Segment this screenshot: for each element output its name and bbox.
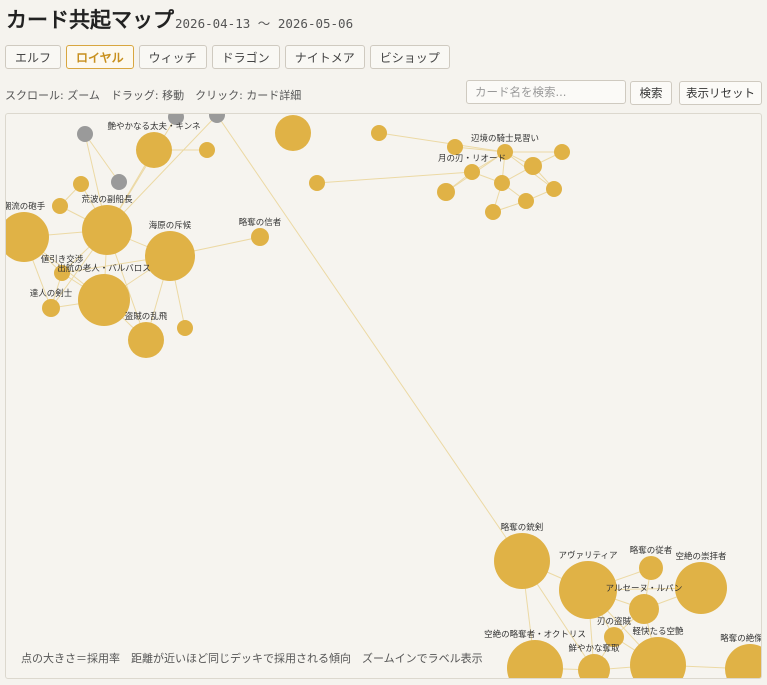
card-node-label: 略奪の信者 <box>239 217 282 228</box>
card-node-label: 鮮やかな奪取 <box>568 643 620 654</box>
interaction-hint: スクロール: ズーム ドラッグ: 移動 クリック: カード詳細 <box>5 89 302 102</box>
card-node-label: 出航の老人・バルバロス <box>57 263 151 274</box>
card-node[interactable] <box>77 126 93 142</box>
card-node[interactable] <box>485 204 501 220</box>
card-search-input[interactable] <box>466 80 626 104</box>
date-range: 2026-04-13 ～ 2026-05-06 <box>175 13 353 32</box>
map-canvas[interactable]: 艶やかなる太夫・キンネ荒波の副船長海原の斥候 略奪の信者潮流の砲手値引き交渉出航の… <box>6 114 762 679</box>
card-node-label: 略奪の銃剣 <box>501 522 544 533</box>
card-node[interactable] <box>675 562 727 614</box>
tab-nightmare[interactable]: ナイトメア <box>284 45 365 69</box>
edge-line <box>316 171 473 184</box>
card-node-label: 艶やかなる太夫・キンネ <box>107 121 200 132</box>
card-node[interactable] <box>725 644 762 679</box>
card-node[interactable] <box>136 132 172 168</box>
card-node[interactable] <box>199 142 215 158</box>
card-node-label: 略奪の絶傑・オ <box>720 633 762 644</box>
card-node[interactable] <box>494 533 550 589</box>
card-node[interactable] <box>464 164 480 180</box>
card-node[interactable] <box>518 193 534 209</box>
card-node[interactable] <box>629 594 659 624</box>
card-node[interactable] <box>42 299 60 317</box>
card-node-label: 辺境の騎士見習い <box>471 133 539 144</box>
card-node-label: 空絶の崇拝者 <box>675 551 727 562</box>
search-button[interactable]: 検索 <box>630 81 672 105</box>
card-node-label: 荒波の副船長 <box>81 194 133 205</box>
card-node[interactable] <box>524 157 542 175</box>
card-node[interactable] <box>145 231 195 281</box>
legend-note: 点の大きさ＝採用率 距離が近いほど同じデッキで採用される傾向 ズームインでラベル… <box>21 652 483 665</box>
card-node[interactable] <box>251 228 269 246</box>
card-node-label: 空絶の略奪者・オクトリス <box>484 629 586 640</box>
cooccurrence-map[interactable]: 艶やかなる太夫・キンネ 荒波の副船長 海原の斥候 略奪の信者 潮流の砲手 値引き交渉 出航の… <box>5 113 762 679</box>
card-node-label: 月の刃・リオード <box>438 154 506 164</box>
card-node[interactable] <box>73 176 89 192</box>
tab-bishop[interactable]: ビショップ <box>369 45 450 69</box>
tab-witch[interactable]: ウィッチ <box>138 45 207 69</box>
card-node-label: 軽快たる空艶 <box>632 626 684 637</box>
card-node[interactable] <box>111 174 127 190</box>
tab-elf[interactable]: エルフ <box>5 45 62 69</box>
card-node[interactable] <box>209 114 225 123</box>
card-node[interactable] <box>546 181 562 197</box>
card-node-label: 盗賊の乱飛 <box>125 311 168 322</box>
card-node-label: 略奪の従者 <box>630 545 673 556</box>
date-end: 2026-05-06 <box>277 16 354 31</box>
card-node[interactable] <box>578 654 610 679</box>
card-node[interactable] <box>52 198 68 214</box>
card-node[interactable] <box>554 144 570 160</box>
card-node-label: アルセーヌ・ルパン <box>606 584 683 594</box>
card-node[interactable] <box>494 175 510 191</box>
card-node[interactable] <box>275 115 311 151</box>
card-node[interactable] <box>371 125 387 141</box>
card-node-label: 刃の盗賊 <box>597 616 632 627</box>
card-node-label: アヴァリティア <box>559 550 618 561</box>
card-node[interactable] <box>82 205 132 255</box>
date-separator: ～ <box>257 16 271 31</box>
card-node-label: 達人の剣士 <box>30 288 73 299</box>
page-title: カード共起マップ <box>6 7 174 32</box>
card-node[interactable] <box>639 556 663 580</box>
edge-line <box>216 114 523 562</box>
date-start: 2026-04-13 <box>175 16 251 31</box>
card-node[interactable] <box>128 322 164 358</box>
tab-dragon[interactable]: ドラゴン <box>211 45 280 69</box>
card-node-label: 潮流の砲手 <box>6 201 46 212</box>
card-node[interactable] <box>507 640 563 679</box>
reset-view-button[interactable]: 表示リセット <box>679 81 762 105</box>
class-tabs: エルフ ロイヤル ウィッチ ドラゴン ナイトメア ビショップ <box>5 45 450 69</box>
card-node[interactable] <box>309 175 325 191</box>
card-node[interactable] <box>78 274 130 326</box>
tab-royal[interactable]: ロイヤル <box>66 45 134 69</box>
card-node-label: 海原の斥候 <box>149 220 192 231</box>
card-node[interactable] <box>447 139 463 155</box>
card-node[interactable] <box>177 320 193 336</box>
card-node[interactable] <box>437 183 455 201</box>
